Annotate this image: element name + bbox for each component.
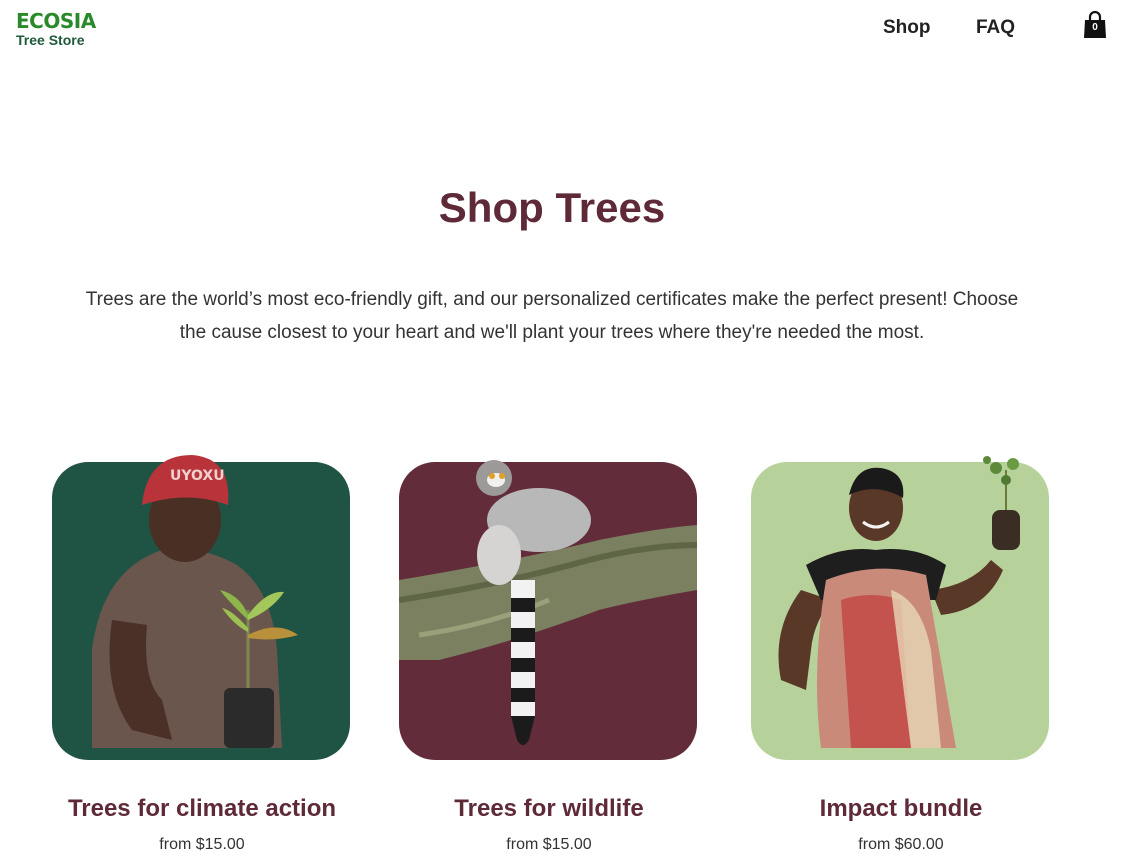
logo-subtitle: Tree Store xyxy=(16,32,85,48)
svg-text:UYOXU: UYOXU xyxy=(170,468,225,484)
logo-wordmark: ECOSIA xyxy=(16,9,96,33)
product-title[interactable]: Impact bundle xyxy=(751,795,1051,823)
product-image-impact-bundle[interactable] xyxy=(751,456,1049,760)
product-title[interactable]: Trees for climate action xyxy=(52,795,352,823)
product-price: from $60.00 xyxy=(858,836,944,853)
farmer-with-seedling-image: UYOXU xyxy=(52,455,350,760)
product-card-impact-bundle[interactable]: Impact bundle from $60.00 xyxy=(751,456,1051,853)
nav-faq-link[interactable]: FAQ xyxy=(976,17,1015,39)
intro-text: Trees are the world’s most eco-friendly … xyxy=(85,289,1019,343)
product-title[interactable]: Trees for wildlife xyxy=(399,795,699,823)
product-card-wildlife[interactable]: Trees for wildlife from $15.00 xyxy=(399,460,699,853)
cart-count-badge: 0 xyxy=(1092,22,1098,33)
product-price: from $15.00 xyxy=(506,836,592,853)
nav-shop-link[interactable]: Shop xyxy=(883,17,931,39)
ecosia-tree-store-logo[interactable]: ECOSIA Tree Store xyxy=(16,10,96,48)
product-image-climate-action[interactable]: UYOXU xyxy=(52,455,350,760)
page-title: Shop Trees xyxy=(438,184,666,231)
cart-button[interactable]: 0 xyxy=(1083,11,1107,39)
product-price: from $15.00 xyxy=(159,836,245,853)
lemur-on-branch-image xyxy=(399,460,697,760)
product-image-wildlife[interactable] xyxy=(399,460,697,760)
product-card-climate-action[interactable]: UYOXU Trees for climate action from $15.… xyxy=(52,455,352,853)
woman-holding-seedling-image xyxy=(751,456,1049,760)
site-header: ECOSIA Tree Store Shop FAQ 0 xyxy=(0,0,1139,60)
